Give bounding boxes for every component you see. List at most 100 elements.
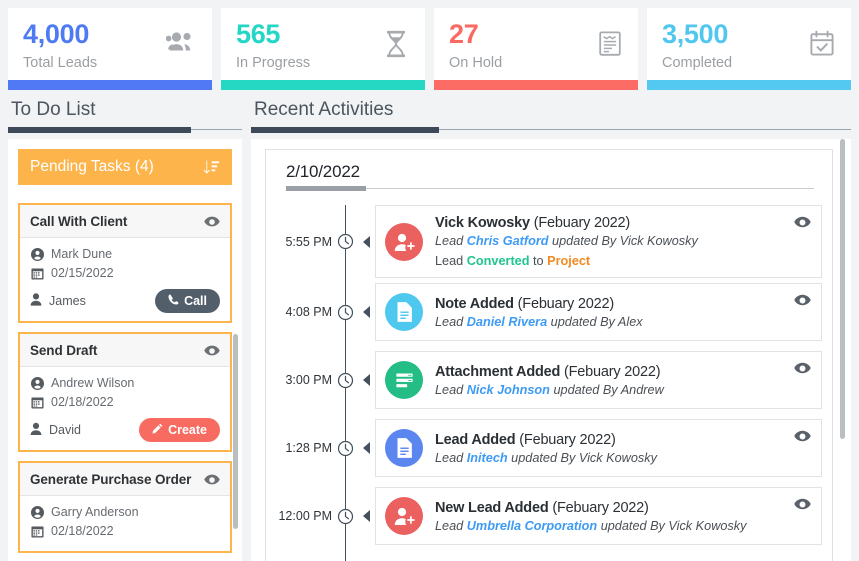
activity-sub-post: updated By Vick Kowosky <box>548 234 698 248</box>
eye-icon[interactable] <box>204 216 220 227</box>
activity-time: 1:28 PM <box>285 441 332 455</box>
activity-sub-post: updated By Andrew <box>549 382 664 397</box>
activity-row[interactable]: 3:00 PM Attachment Added (Febuary 2022) … <box>266 346 832 414</box>
activity-subtitle: Lead Daniel Rivera updated By Alex <box>435 315 794 329</box>
hourglass-icon <box>383 30 409 63</box>
task-date-value: 02/15/2022 <box>51 266 114 280</box>
call-button[interactable]: Call <box>155 289 220 313</box>
eye-icon[interactable] <box>794 216 811 228</box>
task-owner: Garry Anderson <box>30 505 220 519</box>
activity-title: Vick Kowosky <box>435 215 530 231</box>
activities-panel: 2/10/2022 5:55 PM Vick Kowosky (Febuary … <box>251 139 851 561</box>
activity-row[interactable]: 1:28 PM Lead Added (Febuary 2022) Lead I… <box>266 414 832 482</box>
activity-card[interactable]: Vick Kowosky (Febuary 2022) Lead Chris G… <box>375 205 822 278</box>
section-headers: To Do List Recent Activities <box>0 99 859 133</box>
document-icon <box>385 429 423 467</box>
activity-title: Note Added <box>435 295 514 312</box>
activity-time: 5:55 PM <box>285 234 332 249</box>
activity-text: Note Added (Febuary 2022) Lead Daniel Ri… <box>435 296 794 329</box>
calendar-icon <box>30 525 44 538</box>
activity-card[interactable]: Lead Added (Febuary 2022) Lead Initech u… <box>375 419 822 477</box>
todo-panel: Pending Tasks (4) Call With Client Mark … <box>8 139 242 561</box>
stat-text: 565 In Progress <box>236 19 310 72</box>
create-button[interactable]: Create <box>139 418 220 442</box>
activities-scrollbar-thumb[interactable] <box>840 139 845 439</box>
stat-accent-bar <box>221 80 425 90</box>
activity-sub-pre: Lead <box>435 450 467 465</box>
person-icon <box>30 422 42 438</box>
stat-label: On Hold <box>449 55 503 72</box>
activity-text: New Lead Added (Febuary 2022) Lead Umbre… <box>435 500 794 533</box>
activity-text: Lead Added (Febuary 2022) Lead Initech u… <box>435 432 794 465</box>
task-assignee-name: James <box>49 294 86 308</box>
calendar-icon <box>30 267 44 280</box>
activity-text: Vick Kowosky (Febuary 2022) Lead Chris G… <box>435 215 794 268</box>
activity-title: New Lead Added <box>435 499 549 516</box>
activity-lead-link[interactable]: Initech <box>467 451 508 465</box>
task-assignee: David <box>30 422 81 438</box>
conversion-status: Converted <box>466 254 530 268</box>
task-date: 02/15/2022 <box>30 266 220 280</box>
activity-card[interactable]: Attachment Added (Febuary 2022) Lead Nic… <box>375 351 822 409</box>
activity-subtitle: Lead Umbrella Corporation updated By Vic… <box>435 519 794 533</box>
stat-label: Total Leads <box>23 55 98 72</box>
stat-text: 3,500 Completed <box>662 20 732 72</box>
task-card[interactable]: Send Draft Andrew Wilson 02/18/2022 Davi… <box>18 332 232 452</box>
eye-icon[interactable] <box>794 294 811 306</box>
eye-icon[interactable] <box>204 345 220 356</box>
activity-sub-pre: Lead <box>435 518 467 533</box>
stat-value: 565 <box>236 19 281 49</box>
task-owner-name: Andrew Wilson <box>51 376 135 390</box>
activity-lead-link[interactable]: Daniel Rivera <box>467 315 547 329</box>
eye-icon[interactable] <box>794 362 811 374</box>
task-card[interactable]: Generate Purchase Order Garry Anderson 0… <box>18 461 232 553</box>
activity-month: (Febuary 2022) <box>552 499 649 516</box>
activity-text: Attachment Added (Febuary 2022) Lead Nic… <box>435 364 794 397</box>
activity-lead-link[interactable]: Chris Gatford <box>467 234 549 248</box>
todo-scrollbar-thumb[interactable] <box>233 334 238 529</box>
activity-sub-pre: Lead <box>435 234 467 248</box>
activity-row[interactable]: 12:00 PM New Lead Added (Febuary 2022) L… <box>266 482 832 550</box>
eye-icon[interactable] <box>794 430 811 442</box>
task-date-value: 02/18/2022 <box>51 524 114 538</box>
activity-date-block: 2/10/2022 <box>266 150 832 191</box>
section-activities-header: Recent Activities <box>251 99 851 133</box>
task-card[interactable]: Call With Client Mark Dune 02/15/2022 Ja… <box>18 203 232 323</box>
stat-text: 27 On Hold <box>449 20 503 72</box>
stat-card-in-progress[interactable]: 565 In Progress <box>221 8 425 90</box>
stat-card-on-hold[interactable]: 27 On Hold <box>434 8 638 90</box>
conversion-mid: to <box>529 254 548 268</box>
activity-subtitle: Lead Chris Gatford updated By Vick Kowos… <box>435 234 794 248</box>
sort-descending-icon[interactable] <box>203 159 220 176</box>
stat-card-total-leads[interactable]: 4,000 Total Leads <box>8 8 212 90</box>
eye-icon[interactable] <box>794 498 811 510</box>
activity-card[interactable]: New Lead Added (Febuary 2022) Lead Umbre… <box>375 487 822 545</box>
activity-row[interactable]: 5:55 PM Vick Kowosky (Febuary 2022) Lead… <box>266 205 832 278</box>
activity-month: (Febuary 2022) <box>519 431 616 448</box>
activity-lead-link[interactable]: Nick Johnson <box>467 383 550 397</box>
activity-card[interactable]: Note Added (Febuary 2022) Lead Daniel Ri… <box>375 283 822 341</box>
timeline-caret-icon <box>363 510 370 522</box>
clipboard-list-icon <box>598 30 622 62</box>
page-title-todo: To Do List <box>11 99 96 120</box>
task-title: Generate Purchase Order <box>30 471 192 487</box>
stat-card-completed[interactable]: 3,500 Completed <box>647 8 851 90</box>
activity-subtitle: Lead Initech updated By Vick Kowosky <box>435 451 794 465</box>
todo-header-underline <box>8 127 242 133</box>
task-list[interactable]: Call With Client Mark Dune 02/15/2022 Ja… <box>8 195 242 561</box>
activity-date-underline <box>286 186 814 191</box>
conversion-pre: Lead <box>435 254 467 268</box>
task-date: 02/18/2022 <box>30 524 220 538</box>
task-owner: Mark Dune <box>30 247 220 261</box>
pending-tasks-label: Pending Tasks <box>30 158 131 175</box>
task-assignee-name: David <box>49 423 81 437</box>
task-header: Generate Purchase Order <box>20 463 230 496</box>
activity-month: (Febuary 2022) <box>533 215 631 231</box>
task-date: 02/18/2022 <box>30 395 220 409</box>
activities-scroll-area[interactable]: 2/10/2022 5:55 PM Vick Kowosky (Febuary … <box>265 149 833 561</box>
activity-row[interactable]: 4:08 PM Note Added (Febuary 2022) Lead D… <box>266 278 832 346</box>
activity-sub-pre: Lead <box>435 382 467 397</box>
activity-lead-link[interactable]: Umbrella Corporation <box>467 519 597 533</box>
person-add-icon <box>385 497 423 535</box>
eye-icon[interactable] <box>204 474 220 485</box>
